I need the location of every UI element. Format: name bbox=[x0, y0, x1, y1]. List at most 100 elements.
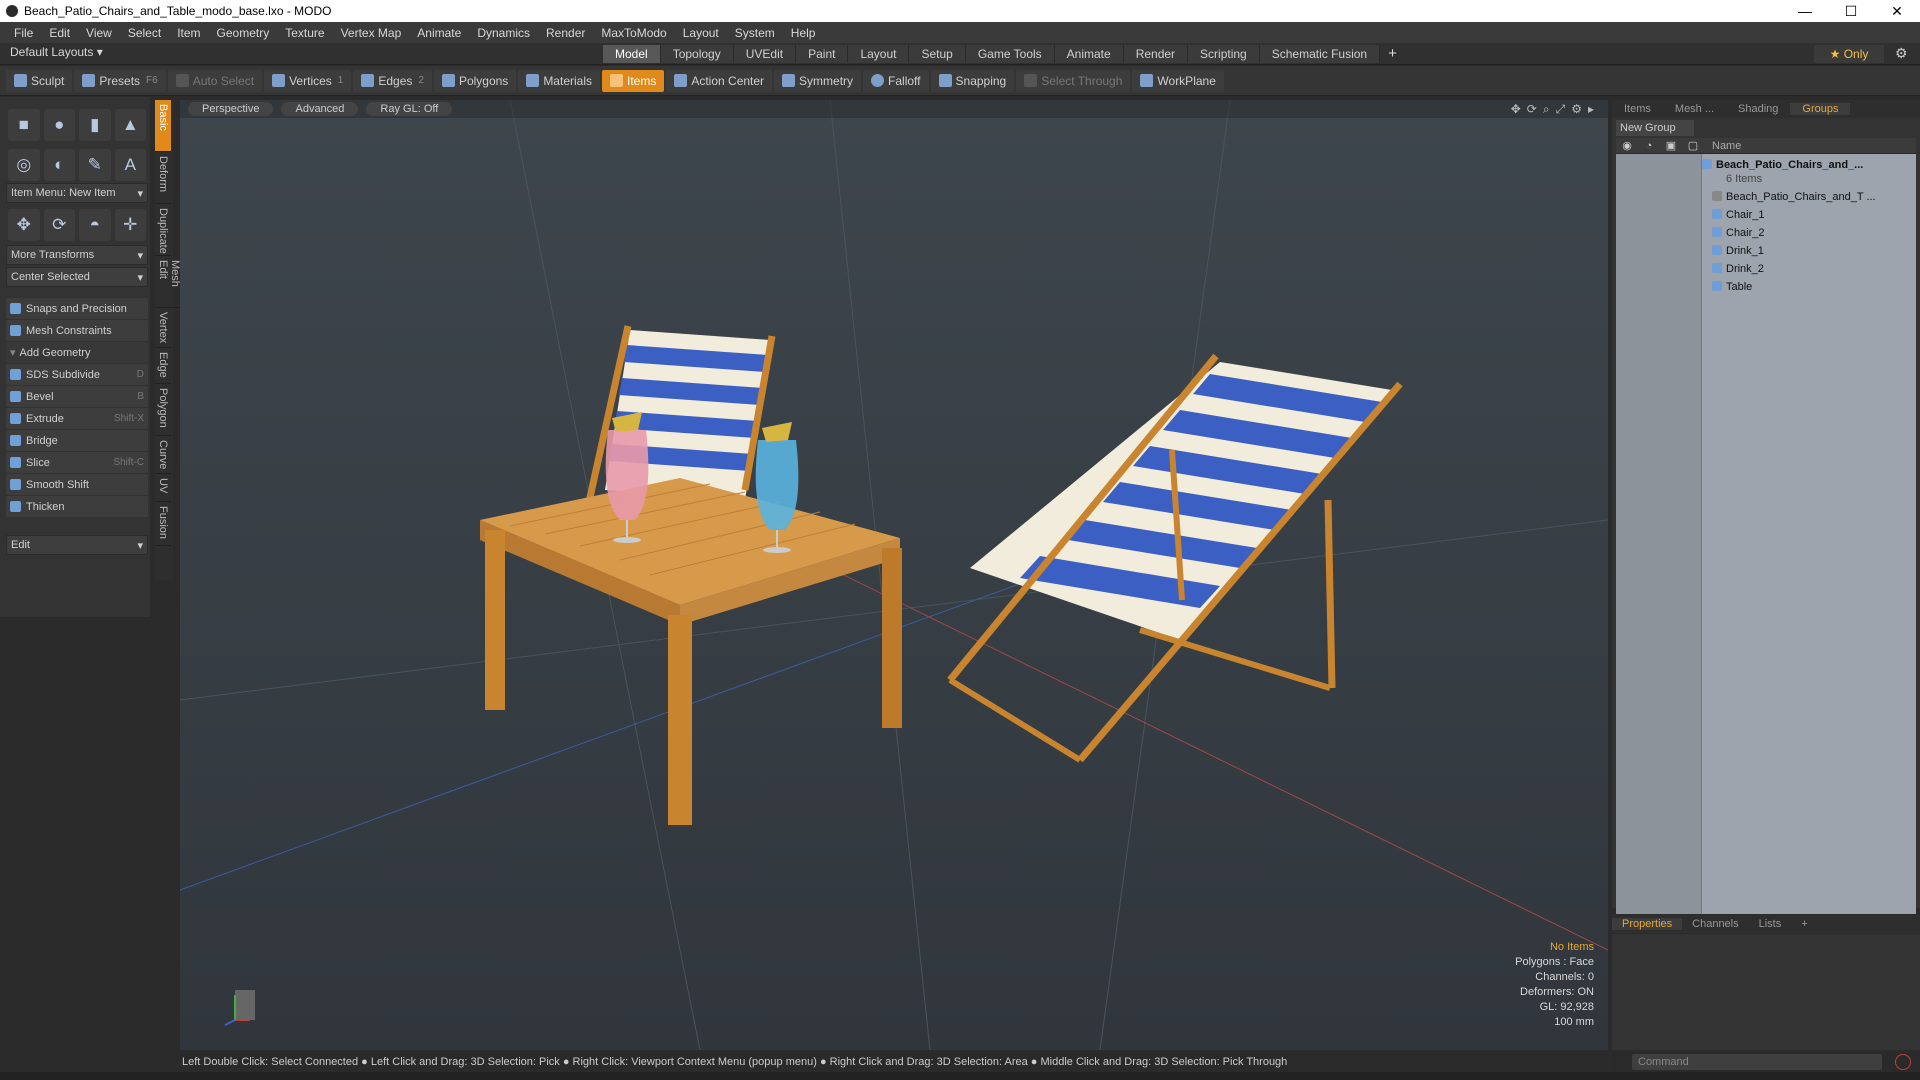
orbit-icon[interactable]: ⟳ bbox=[1527, 102, 1537, 117]
tab-uvedit[interactable]: UVEdit bbox=[733, 45, 797, 63]
vertices-button[interactable]: Vertices 1 bbox=[264, 69, 352, 92]
menu-vertex-map[interactable]: Vertex Map bbox=[333, 26, 410, 40]
capsule-icon[interactable]: ◐ bbox=[43, 149, 75, 181]
more-transforms-dropdown[interactable]: More Transforms ▾ bbox=[6, 245, 148, 265]
lock-icon[interactable]: ▣ bbox=[1660, 139, 1682, 152]
tab-model[interactable]: Model bbox=[603, 45, 661, 63]
only-toggle[interactable]: ★ Only bbox=[1814, 45, 1884, 63]
tab-properties[interactable]: Properties bbox=[1612, 918, 1683, 930]
center-selected-dropdown[interactable]: Center Selected ▾ bbox=[6, 267, 148, 287]
thicken-button[interactable]: Thicken bbox=[6, 496, 148, 517]
rotate-icon[interactable]: ⟳ bbox=[43, 209, 75, 241]
menu-render[interactable]: Render bbox=[538, 26, 593, 40]
maximize-button[interactable]: ☐ bbox=[1828, 3, 1874, 20]
select-icon[interactable]: ▢ bbox=[1682, 139, 1704, 152]
side-tab-deform[interactable]: Deform bbox=[155, 152, 171, 204]
add-tab-icon[interactable]: + bbox=[1380, 45, 1405, 63]
tab-game-tools[interactable]: Game Tools bbox=[965, 45, 1055, 63]
pen-icon[interactable]: ✎ bbox=[79, 149, 111, 181]
menu-help[interactable]: Help bbox=[783, 26, 824, 40]
tab-channels[interactable]: Channels bbox=[1682, 918, 1748, 930]
side-tab-basic[interactable]: Basic bbox=[155, 100, 171, 152]
list-item[interactable]: Chair_2 bbox=[1712, 224, 1765, 242]
viewport-gear-icon[interactable]: ⚙ bbox=[1571, 102, 1582, 117]
expand-arrow-icon[interactable]: ▸ bbox=[1588, 102, 1594, 117]
add-tab-button[interactable]: + bbox=[1791, 918, 1817, 930]
scale-icon[interactable]: ◓ bbox=[79, 209, 111, 241]
visibility-eye-icon[interactable]: ◉ bbox=[1616, 139, 1638, 152]
side-tab-duplicate[interactable]: Duplicate bbox=[155, 204, 171, 256]
menu-geometry[interactable]: Geometry bbox=[209, 26, 278, 40]
perspective-button[interactable]: Perspective bbox=[188, 102, 274, 116]
side-tab-mesh-edit[interactable]: Mesh Edit bbox=[155, 256, 183, 308]
tab-schematic-fusion[interactable]: Schematic Fusion bbox=[1259, 45, 1381, 63]
slice-button[interactable]: Slice Shift-C bbox=[6, 452, 148, 473]
gear-icon[interactable]: ⚙ bbox=[1895, 45, 1908, 62]
3d-viewport[interactable]: Perspective Advanced Ray GL: Off ✥ ⟳ ⌕ ⤢… bbox=[180, 100, 1608, 1050]
menu-file[interactable]: File bbox=[6, 26, 41, 40]
side-tab-polygon[interactable]: Polygon bbox=[155, 384, 171, 436]
smooth-shift-button[interactable]: Smooth Shift bbox=[6, 474, 148, 495]
sds-subdivide-button[interactable]: SDS Subdivide D bbox=[6, 364, 148, 385]
menu-select[interactable]: Select bbox=[120, 26, 169, 40]
tab-setup[interactable]: Setup bbox=[909, 45, 966, 63]
sculpt-button[interactable]: Sculpt bbox=[6, 69, 73, 92]
auto-select-button[interactable]: Auto Select bbox=[167, 69, 263, 92]
items-button[interactable]: Items bbox=[602, 69, 665, 92]
list-item[interactable]: Chair_1 bbox=[1712, 206, 1765, 224]
tab-scripting[interactable]: Scripting bbox=[1188, 45, 1260, 63]
edit-dropdown[interactable]: Edit ▾ bbox=[6, 535, 148, 555]
bridge-button[interactable]: Bridge bbox=[6, 430, 148, 451]
edges-button[interactable]: Edges 2 bbox=[353, 69, 432, 92]
tab-layout[interactable]: Layout bbox=[848, 45, 910, 63]
tab-groups[interactable]: Groups bbox=[1790, 103, 1851, 115]
mesh-constraints-button[interactable]: Mesh Constraints bbox=[6, 320, 148, 341]
tab-paint[interactable]: Paint bbox=[796, 45, 849, 63]
cylinder-icon[interactable]: ▮ bbox=[79, 109, 111, 141]
pan-icon[interactable]: ✥ bbox=[1511, 102, 1521, 117]
torus-icon[interactable]: ◎ bbox=[8, 149, 40, 181]
menu-dynamics[interactable]: Dynamics bbox=[469, 26, 538, 40]
side-tab-fusion[interactable]: Fusion bbox=[155, 502, 171, 546]
minimize-button[interactable]: — bbox=[1782, 3, 1828, 19]
record-icon[interactable] bbox=[1895, 1054, 1911, 1070]
zoom-icon[interactable]: ⌕ bbox=[1543, 102, 1550, 117]
workplane-button[interactable]: WorkPlane bbox=[1132, 69, 1224, 92]
tab-topology[interactable]: Topology bbox=[660, 45, 734, 63]
presets-button[interactable]: Presets F6 bbox=[74, 69, 166, 92]
cube-icon[interactable]: ■ bbox=[8, 109, 40, 141]
add-geometry-header[interactable]: ▾ Add Geometry bbox=[6, 342, 148, 363]
default-layouts-dropdown[interactable]: Default Layouts ▾ bbox=[10, 45, 103, 59]
move-icon[interactable]: ✥ bbox=[8, 209, 40, 241]
sphere-icon[interactable]: ● bbox=[43, 109, 75, 141]
menu-system[interactable]: System bbox=[727, 26, 783, 40]
list-item[interactable]: Drink_1 bbox=[1712, 242, 1764, 260]
polygons-button[interactable]: Polygons bbox=[433, 69, 517, 92]
render-icon[interactable]: ◔ bbox=[1638, 140, 1660, 152]
tab-render[interactable]: Render bbox=[1123, 45, 1189, 63]
materials-button[interactable]: Materials bbox=[518, 69, 600, 92]
raygl-button[interactable]: Ray GL: Off bbox=[366, 102, 453, 116]
tab-lists[interactable]: Lists bbox=[1749, 918, 1792, 930]
tab-mesh[interactable]: Mesh ... bbox=[1663, 103, 1726, 115]
symmetry-button[interactable]: Symmetry bbox=[774, 69, 862, 92]
select-through-button[interactable]: Select Through bbox=[1016, 69, 1131, 92]
extrude-button[interactable]: Extrude Shift-X bbox=[6, 408, 148, 429]
list-item[interactable]: Table bbox=[1712, 278, 1752, 296]
menu-layout[interactable]: Layout bbox=[675, 26, 727, 40]
bevel-button[interactable]: Bevel B bbox=[6, 386, 148, 407]
side-tab-edge[interactable]: Edge bbox=[155, 348, 171, 384]
text-icon[interactable]: A bbox=[114, 149, 146, 181]
snaps-precision-button[interactable]: Snaps and Precision bbox=[6, 298, 148, 319]
side-tab-curve[interactable]: Curve bbox=[155, 436, 171, 474]
advanced-button[interactable]: Advanced bbox=[281, 102, 359, 116]
list-item[interactable]: Drink_2 bbox=[1712, 260, 1764, 278]
menu-animate[interactable]: Animate bbox=[409, 26, 469, 40]
close-button[interactable]: ✕ bbox=[1874, 3, 1920, 20]
action-center-button[interactable]: Action Center bbox=[666, 69, 773, 92]
new-group-button[interactable]: New Group bbox=[1616, 120, 1694, 136]
list-item[interactable]: Beach_Patio_Chairs_and_T ... bbox=[1712, 188, 1876, 206]
item-menu-dropdown[interactable]: Item Menu: New Item ▾ bbox=[6, 183, 148, 203]
command-input[interactable]: Command bbox=[1632, 1054, 1882, 1070]
tab-animate[interactable]: Animate bbox=[1054, 45, 1124, 63]
